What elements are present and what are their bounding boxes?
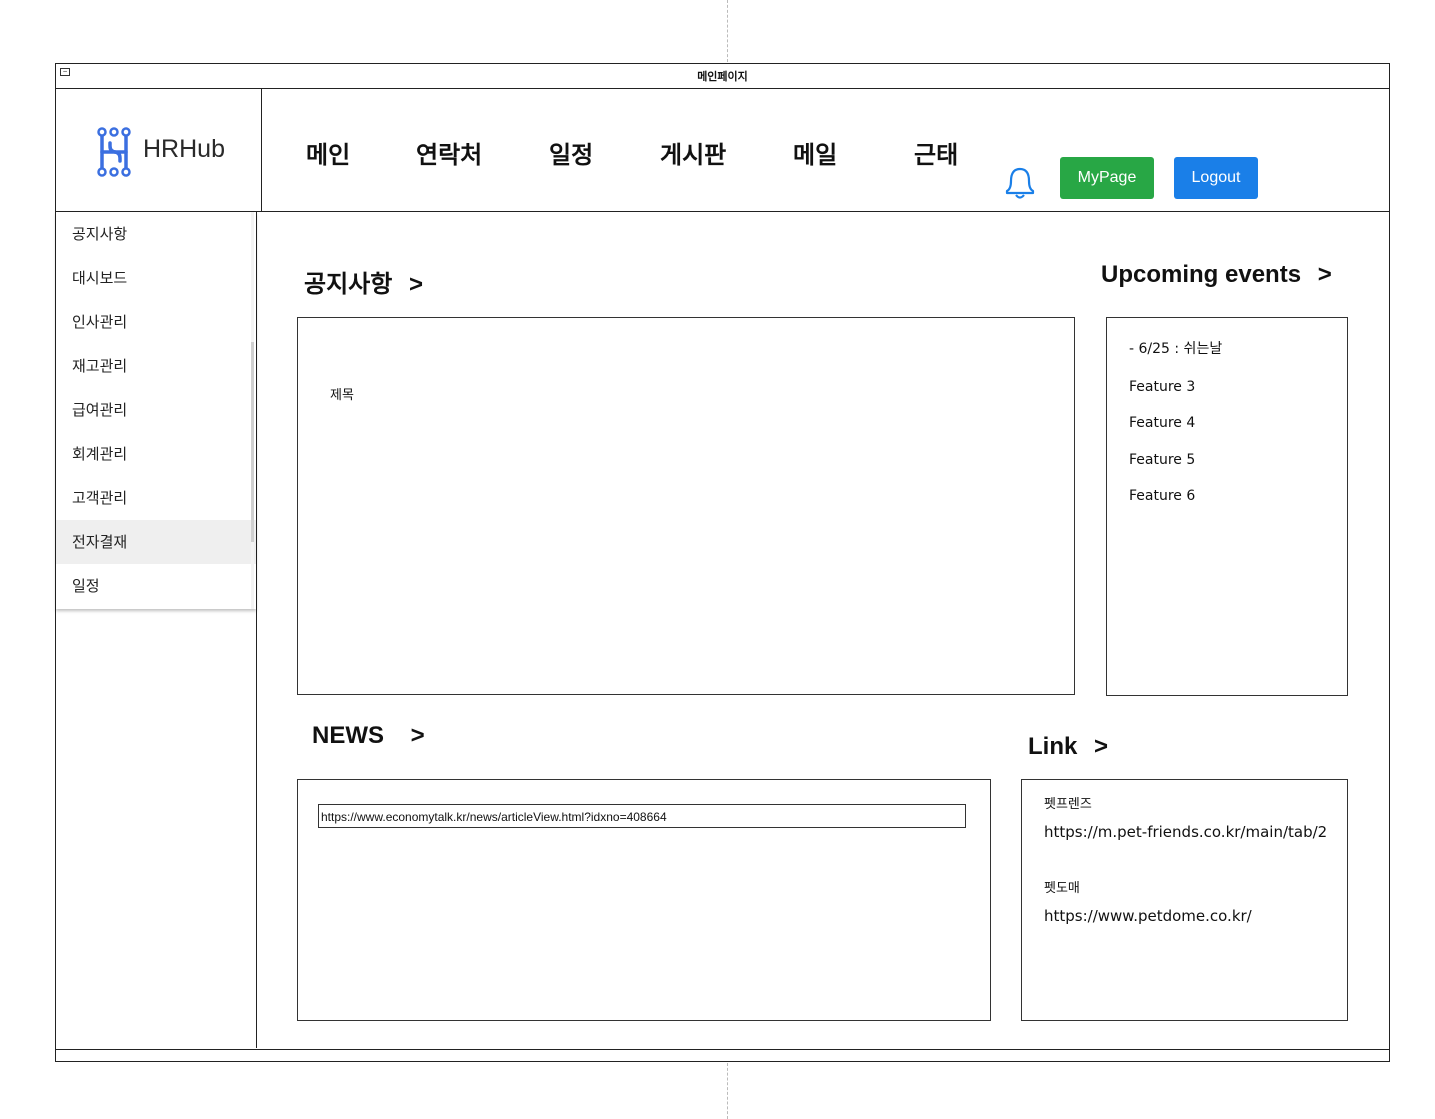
event-item[interactable]: Feature 3 [1129, 379, 1195, 395]
news-panel: https://www.economytalk.kr/news/articleV… [297, 779, 991, 1021]
notice-arrow-icon: > [409, 271, 424, 298]
status-bar [56, 1049, 1389, 1050]
nav-mail[interactable]: 메일 [793, 135, 837, 170]
sidebar-item-approval[interactable]: 전자결재 [56, 520, 256, 564]
logo-text: HRHub [143, 135, 225, 163]
sidebar-item-hr[interactable]: 인사관리 [56, 300, 256, 344]
notice-section-title[interactable]: 공지사항 > [304, 264, 423, 299]
sidebar: 공지사항 대시보드 인사관리 재고관리 급여관리 회계관리 고객관리 전자결재 … [56, 212, 257, 1048]
window-title: 메인페이지 [697, 70, 748, 83]
link-arrow-icon: > [1094, 733, 1109, 760]
link-panel: 펫프렌즈 https://m.pet-friends.co.kr/main/ta… [1021, 779, 1348, 1021]
nav-contacts[interactable]: 연락처 [416, 135, 482, 170]
events-arrow-icon: > [1317, 261, 1332, 288]
news-arrow-icon: > [410, 722, 425, 749]
link-url[interactable]: https://m.pet-friends.co.kr/main/tab/2 [1044, 823, 1327, 841]
sidebar-item-payroll[interactable]: 급여관리 [56, 388, 256, 432]
event-item[interactable]: Feature 6 [1129, 488, 1195, 504]
header: HRHub 메인 연락처 일정 게시판 메일 근태 MyPage Logout [56, 89, 1389, 212]
notice-title-text: 공지사항 [304, 271, 393, 298]
mypage-button[interactable]: MyPage [1060, 157, 1154, 199]
sidebar-item-customers[interactable]: 고객관리 [56, 476, 256, 520]
event-item[interactable]: - 6/25 : 쉬는날 [1129, 338, 1222, 358]
notice-panel: 제목 [297, 317, 1075, 695]
nav-board[interactable]: 게시판 [660, 135, 726, 170]
sidebar-item-accounting[interactable]: 회계관리 [56, 432, 256, 476]
sidebar-menu: 공지사항 대시보드 인사관리 재고관리 급여관리 회계관리 고객관리 전자결재 … [56, 212, 256, 609]
logout-button[interactable]: Logout [1174, 157, 1258, 199]
sidebar-item-notice[interactable]: 공지사항 [56, 212, 256, 256]
sidebar-scrollbar-thumb[interactable] [251, 342, 254, 542]
hrhub-logo-icon [97, 127, 131, 177]
events-title-text: Upcoming events [1101, 261, 1302, 288]
nav-schedule[interactable]: 일정 [549, 135, 593, 170]
sidebar-item-inventory[interactable]: 재고관리 [56, 344, 256, 388]
nav-attendance[interactable]: 근태 [914, 135, 958, 170]
news-url-field[interactable]: https://www.economytalk.kr/news/articleV… [318, 804, 966, 828]
guide-line-bottom [727, 1063, 728, 1119]
link-label: 펫프렌즈 [1044, 797, 1092, 812]
link-label: 펫도매 [1044, 881, 1080, 896]
event-item[interactable]: Feature 4 [1129, 415, 1195, 431]
news-title-text: NEWS [312, 722, 384, 749]
guide-line-top [727, 0, 728, 62]
nav-main[interactable]: 메인 [306, 135, 350, 170]
event-item[interactable]: Feature 5 [1129, 452, 1195, 468]
events-section-title[interactable]: Upcoming events > [1101, 261, 1332, 289]
events-panel: - 6/25 : 쉬는날 Feature 3 Feature 4 Feature… [1106, 317, 1348, 696]
title-bar: − 메인페이지 [56, 64, 1389, 89]
main-window: − 메인페이지 HRHub 메인 연락처 일정 게시판 메일 근태 MyPage… [55, 63, 1390, 1062]
notice-title-label: 제목 [330, 388, 354, 403]
sidebar-item-schedule[interactable]: 일정 [56, 564, 256, 608]
bell-icon[interactable] [1002, 163, 1038, 201]
news-section-title[interactable]: NEWS > [312, 722, 425, 750]
link-title-text: Link [1028, 733, 1078, 760]
link-section-title[interactable]: Link > [1028, 733, 1108, 761]
logo[interactable]: HRHub [56, 89, 262, 211]
link-url[interactable]: https://www.petdome.co.kr/ [1044, 907, 1252, 925]
sidebar-item-dashboard[interactable]: 대시보드 [56, 256, 256, 300]
